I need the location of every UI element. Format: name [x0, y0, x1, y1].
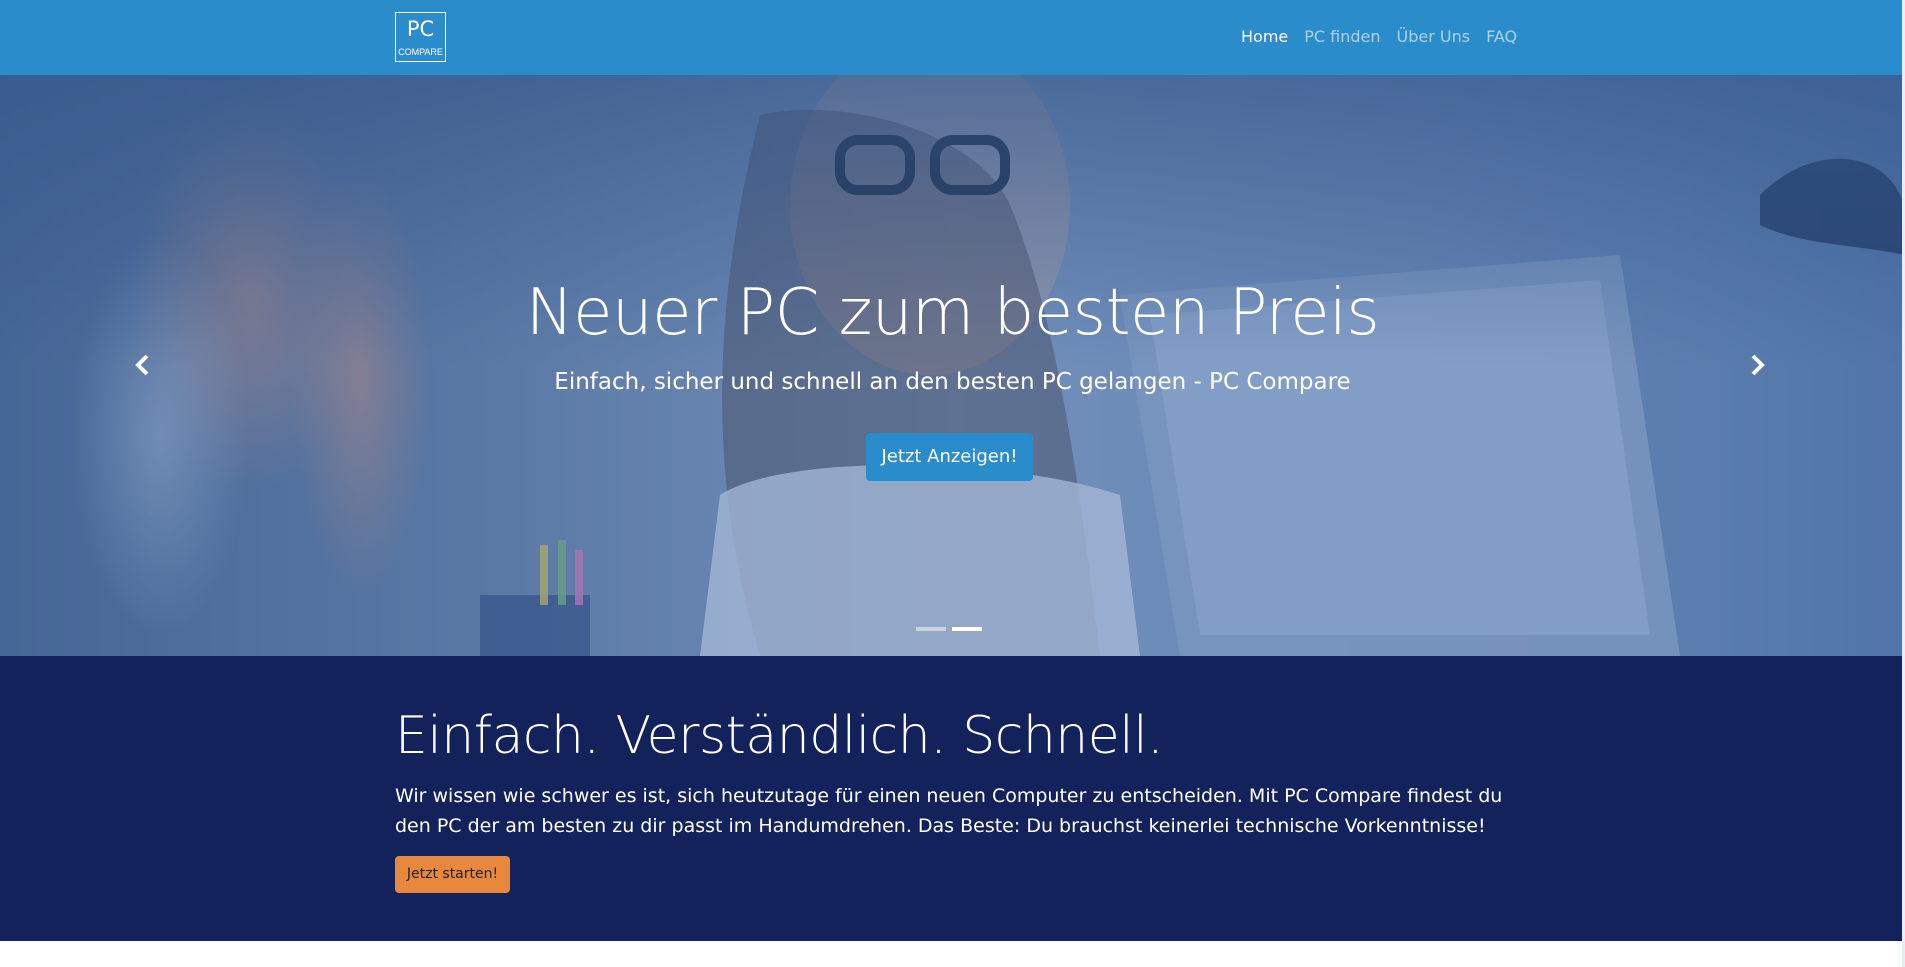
carousel-prev-button[interactable] — [131, 353, 155, 377]
hero-title: Neuer PC zum besten Preis — [525, 276, 1380, 350]
logo-text-compare: COMPARE — [398, 47, 443, 57]
intro-heading: Einfach. Verständlich. Schnell. — [395, 706, 1164, 766]
intro-section: Einfach. Verständlich. Schnell. Wir wiss… — [0, 656, 1905, 941]
logo-text-pc: PC — [406, 17, 435, 41]
carousel-indicator-1[interactable] — [916, 627, 946, 631]
hero-subtitle: Einfach, sicher und schnell an den beste… — [554, 369, 1351, 395]
carousel-indicators — [916, 627, 982, 631]
hero-cta-button[interactable]: Jetzt Anzeigen! — [866, 433, 1033, 481]
nav-link-pc-finden[interactable]: PC finden — [1304, 27, 1380, 46]
page: PC COMPARE Home PC finden Über Uns FAQ N… — [0, 0, 1905, 967]
carousel-indicator-2[interactable] — [952, 627, 982, 631]
start-button[interactable]: Jetzt starten! — [395, 856, 510, 893]
logo[interactable]: PC COMPARE — [395, 12, 446, 62]
carousel-next-button[interactable] — [1745, 353, 1769, 377]
hero-carousel: Neuer PC zum besten Preis Einfach, siche… — [0, 75, 1905, 656]
nav-link-ueber-uns[interactable]: Über Uns — [1397, 27, 1471, 46]
chevron-left-icon — [135, 354, 149, 376]
chevron-right-icon — [1751, 354, 1765, 376]
nav-links: Home PC finden Über Uns FAQ — [1241, 27, 1517, 46]
nav-link-faq[interactable]: FAQ — [1486, 27, 1517, 46]
intro-text: Wir wissen wie schwer es ist, sich heutz… — [395, 785, 1503, 837]
navbar: PC COMPARE Home PC finden Über Uns FAQ — [0, 0, 1905, 75]
nav-link-home[interactable]: Home — [1241, 27, 1288, 46]
